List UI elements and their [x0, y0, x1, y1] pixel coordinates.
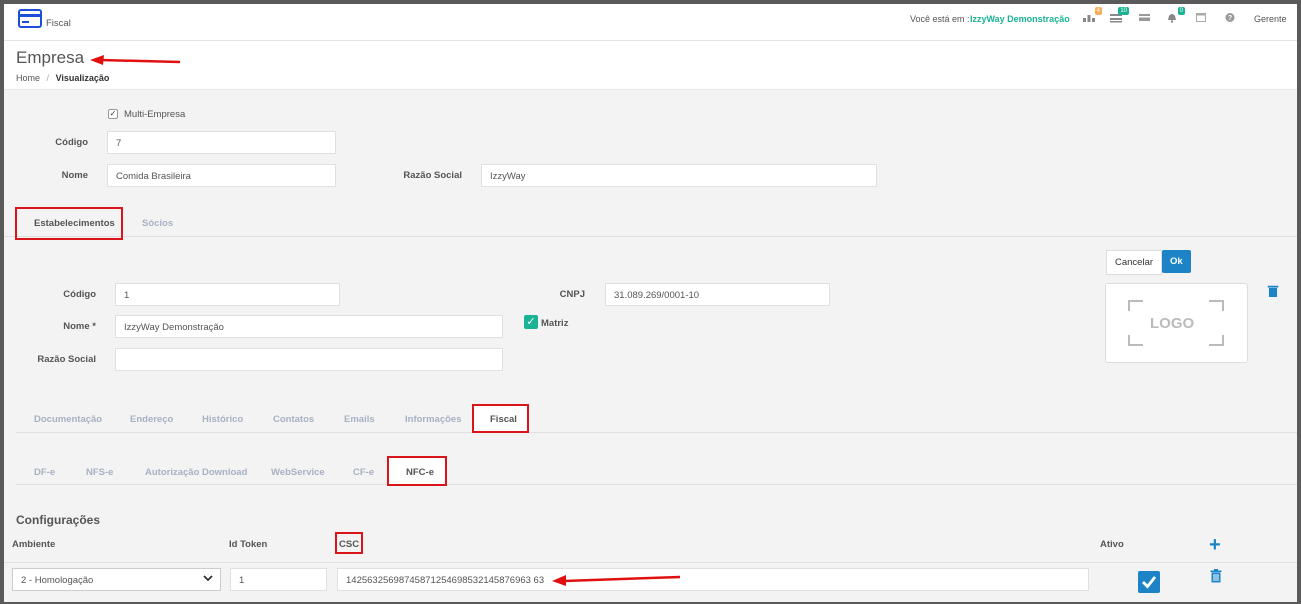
estab-codigo-input[interactable]: 1: [115, 283, 340, 306]
delete-config-icon[interactable]: [1210, 569, 1222, 583]
tab-cfe[interactable]: CF-e: [353, 467, 374, 478]
tab-informacoes[interactable]: Informações: [405, 414, 462, 425]
bell-icon[interactable]: 0: [1165, 7, 1185, 25]
help-icon[interactable]: ?: [1224, 11, 1240, 25]
svg-text:?: ?: [1228, 15, 1232, 22]
col-csc: CSC: [339, 539, 360, 550]
estab-nome-label: Nome *: [63, 321, 96, 332]
estab-razao-input[interactable]: [115, 348, 503, 371]
empresa-nome-input[interactable]: Comida Brasileira: [107, 164, 336, 187]
page-title: Empresa: [16, 48, 85, 67]
logo-placeholder-text: LOGO: [1150, 315, 1195, 332]
page-header: [4, 41, 1297, 90]
razao-social-label: Razão Social: [403, 170, 462, 181]
list-icon[interactable]: 10: [1109, 7, 1129, 25]
codigo-label: Código: [55, 137, 88, 148]
ambiente-value: 2 - Homologação: [21, 575, 94, 586]
badge-bell: 0: [1177, 7, 1185, 15]
sitemap-icon[interactable]: 4: [1082, 7, 1102, 25]
tab-nfse[interactable]: NFS-e: [86, 467, 113, 478]
fiscaltabs-divider: [16, 484, 1297, 485]
empresa-razao-input[interactable]: IzzyWay: [481, 164, 877, 187]
estab-nome-input[interactable]: IzzyWay Demonstração: [115, 315, 503, 338]
ok-button[interactable]: Ok: [1162, 250, 1191, 273]
config-title: Configurações: [16, 513, 101, 527]
tab-nfce[interactable]: NFC-e: [406, 467, 434, 478]
col-ambiente: Ambiente: [12, 539, 56, 550]
tab-dfe[interactable]: DF-e: [34, 467, 55, 478]
tab-webservice[interactable]: WebService: [271, 467, 325, 478]
cnpj-input[interactable]: 31.089.269/0001-10: [605, 283, 830, 306]
col-ativo: Ativo: [1100, 539, 1124, 550]
add-config-icon[interactable]: +: [1209, 535, 1221, 555]
breadcrumb: Home / Visualização: [16, 73, 109, 83]
tab-autorizacao-download[interactable]: Autorização Download: [145, 467, 247, 478]
card-icon[interactable]: [1138, 11, 1154, 25]
chevron-down-icon[interactable]: [203, 574, 213, 582]
breadcrumb-home[interactable]: Home: [16, 73, 40, 83]
id-token-input[interactable]: 1: [230, 568, 327, 591]
badge-list: 10: [1118, 7, 1129, 15]
ambiente-select[interactable]: 2 - Homologação: [12, 568, 221, 591]
module-title: Fiscal: [46, 18, 71, 29]
tab-socios[interactable]: Sócios: [142, 218, 173, 229]
tab-fiscal[interactable]: Fiscal: [490, 414, 517, 425]
empresa-codigo-input[interactable]: 7: [107, 131, 336, 154]
user-menu[interactable]: Gerente: [1254, 14, 1287, 24]
tab-documentacao[interactable]: Documentação: [34, 414, 102, 425]
cnpj-label: CNPJ: [559, 289, 585, 300]
nome-label: Nome: [61, 170, 88, 181]
annotation-arrow-csc: [552, 575, 681, 586]
breadcrumb-separator: /: [46, 73, 50, 83]
matriz-label: Matriz: [541, 318, 569, 329]
tab-endereco[interactable]: Endereço: [130, 414, 173, 425]
tab-historico[interactable]: Histórico: [202, 414, 243, 425]
col-id-token: Id Token: [229, 539, 268, 550]
subtabs-divider: [16, 432, 1297, 433]
calendar-icon[interactable]: [1195, 11, 1211, 25]
breadcrumb-current: Visualização: [55, 73, 110, 83]
multi-empresa-checkbox[interactable]: ✓: [108, 109, 118, 119]
tab-contatos[interactable]: Contatos: [273, 414, 314, 425]
ativo-checkbox[interactable]: [1138, 571, 1160, 593]
top-bar: [4, 4, 1297, 41]
tabs-divider: [4, 236, 1297, 237]
estab-razao-label: Razão Social: [37, 354, 96, 365]
csc-input[interactable]: 14256325698745871254698532145876963 63: [337, 568, 1089, 591]
estab-codigo-label: Código: [63, 289, 96, 300]
multi-empresa-label: Multi-Empresa: [124, 109, 186, 120]
cancel-button[interactable]: Cancelar: [1106, 250, 1163, 275]
config-header-divider: [4, 562, 1297, 563]
location-prefix: Você está em :: [910, 14, 970, 24]
fiscal-card-icon: [18, 9, 42, 28]
annotation-arrow-title: [90, 55, 181, 65]
tab-emails[interactable]: Emails: [344, 414, 375, 425]
tab-estabelecimentos[interactable]: Estabelecimentos: [34, 218, 115, 229]
badge-sitemap: 4: [1094, 7, 1102, 15]
matriz-checkbox[interactable]: ✓: [524, 315, 538, 329]
location-link[interactable]: IzzyWay Demonstração: [970, 14, 1070, 24]
location-name[interactable]: IzzyWay Demonstração: [970, 14, 1070, 24]
delete-logo-icon[interactable]: [1267, 284, 1279, 298]
